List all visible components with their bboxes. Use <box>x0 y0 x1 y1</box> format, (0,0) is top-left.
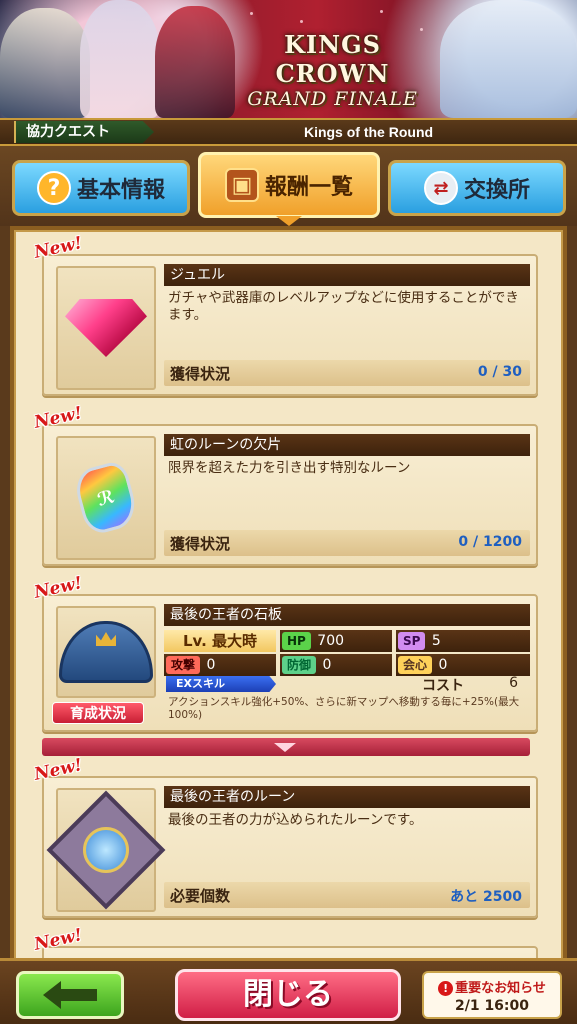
item-name: 最後の王者のルーン <box>164 786 530 808</box>
logo-title: KINGS CROWN <box>275 30 390 88</box>
item-description: 最後の王者の力が込められたルーンです。 <box>168 812 423 828</box>
growth-status-button[interactable]: 育成状況 <box>52 702 144 724</box>
status-label: 獲得状況 <box>170 535 231 553</box>
notice-title: 重要なお知らせ <box>455 981 546 996</box>
logo-subtitle: GRAND FINALE <box>247 88 418 110</box>
important-notice-button[interactable]: ! 重要なお知らせ 2/1 16:00 <box>422 971 562 1019</box>
question-icon: ? <box>36 171 71 205</box>
def-stat: 防御 0 <box>280 654 392 676</box>
back-button[interactable] <box>16 971 124 1019</box>
chevron-down-icon <box>274 743 296 752</box>
arrow-left-icon <box>43 981 61 1009</box>
reward-card: New! 最後の王者のルーン 最後の王者の力が込められたルーンです。 必要個数 … <box>32 755 538 918</box>
crit-label: 会心 <box>398 656 433 674</box>
active-tab-pointer <box>276 216 302 226</box>
status-row: 獲得状況 0 / 1200 <box>164 530 530 556</box>
item-icon-frame <box>46 788 166 912</box>
tab-label: 交換所 <box>463 178 530 203</box>
ex-skill-label: EXスキル <box>166 676 276 692</box>
jewel-icon <box>65 299 147 357</box>
cost-value: 6 <box>509 675 518 691</box>
new-badge: New! <box>32 925 85 955</box>
item-name: 最後の王者の石板 <box>164 604 530 626</box>
tab-label: 報酬一覧 <box>264 175 353 200</box>
character-art <box>155 6 235 118</box>
item-icon-frame <box>56 606 156 698</box>
quest-header: 協力クエスト Kings of the Round <box>0 118 577 146</box>
alert-icon: ! <box>438 981 454 996</box>
tab-bar: ? 基本情報 ▣ 報酬一覧 ⇄ 交換所 <box>0 146 577 226</box>
expand-details-button[interactable] <box>42 738 530 756</box>
def-value: 0 <box>322 657 332 673</box>
stone-tablet-icon <box>59 621 153 683</box>
status-row: 獲得状況 0 / 30 <box>164 360 530 386</box>
quest-type-tag: 協力クエスト <box>14 121 154 143</box>
sp-label: SP <box>398 632 426 650</box>
event-logo: KINGS CROWN GRAND FINALE <box>225 30 440 110</box>
reward-card: New! ジュエル ガチャや武器庫のレベルアップなどに使用することができます。 … <box>32 233 538 396</box>
bottom-bar: 閉じる ! 重要なお知らせ 2/1 16:00 <box>0 958 577 1024</box>
cost-label: コスト <box>422 678 464 694</box>
character-art <box>0 8 90 118</box>
notice-date: 2/1 16:00 <box>454 998 530 1014</box>
quest-title: Kings of the Round <box>303 124 434 140</box>
def-label: 防御 <box>282 656 317 674</box>
item-name: 虹のルーンの欠片 <box>164 434 530 456</box>
atk-value: 0 <box>206 657 216 673</box>
atk-stat: 攻撃 0 <box>164 654 276 676</box>
level-label: Lv. 最大時 <box>164 630 276 652</box>
new-badge: New! <box>32 755 85 785</box>
item-icon-frame <box>56 266 156 390</box>
reward-card: New! ℛ 虹のルーンの欠片 限界を超えた力を引き出す特別なルーン 獲得状況 … <box>32 403 538 566</box>
stat-row: 攻撃 0 防御 0 会心 0 <box>164 654 530 676</box>
status-value: 0 / 30 <box>477 364 522 380</box>
reward-list[interactable]: New! ジュエル ガチャや武器庫のレベルアップなどに使用することができます。 … <box>16 232 561 958</box>
treasure-chest-icon: ▣ <box>224 168 259 202</box>
reward-card-equipment: New! 育成状況 最後の王者の石板 Lv. 最大時 HP 700 SP 5 攻… <box>32 573 538 732</box>
status-label: 必要個数 <box>170 887 231 905</box>
close-button[interactable]: 閉じる <box>175 969 401 1021</box>
new-badge: New! <box>32 403 85 433</box>
crit-stat: 会心 0 <box>396 654 530 676</box>
hp-label: HP <box>282 632 311 650</box>
ex-skill-description: アクションスキル強化+50%、さらに新マップへ移動する毎に+25%(最大100%… <box>168 696 520 721</box>
item-description: ガチャや武器庫のレベルアップなどに使用することができます。 <box>168 290 519 323</box>
tab-basic-info[interactable]: ? 基本情報 <box>12 160 190 216</box>
item-description: 限界を超えた力を引き出す特別なルーン <box>168 460 411 476</box>
tab-exchange[interactable]: ⇄ 交換所 <box>388 160 566 216</box>
event-banner: KINGS CROWN GRAND FINALE <box>0 0 577 118</box>
status-row: 必要個数 あと 2500 <box>164 882 530 908</box>
status-label: 獲得状況 <box>170 365 231 383</box>
hp-stat: HP 700 <box>280 630 392 652</box>
notice-title-row: ! 重要なお知らせ <box>424 977 560 996</box>
character-art <box>440 0 577 118</box>
new-badge: New! <box>32 233 85 263</box>
status-value: あと 2500 <box>450 889 522 905</box>
stat-row: Lv. 最大時 HP 700 SP 5 <box>164 630 530 652</box>
tab-reward-list[interactable]: ▣ 報酬一覧 <box>198 152 380 218</box>
reward-card: New! <box>32 925 538 958</box>
ex-skill-row: EXスキル コスト 6 <box>166 674 528 694</box>
hp-value: 700 <box>317 633 345 649</box>
sp-value: 5 <box>431 633 441 649</box>
atk-label: 攻撃 <box>166 656 201 674</box>
tab-label: 基本情報 <box>76 178 165 203</box>
status-value: 0 / 1200 <box>458 534 522 550</box>
rainbow-rune-shard-icon: ℛ <box>71 459 141 537</box>
new-badge: New! <box>32 573 85 603</box>
character-art <box>80 0 160 118</box>
crit-value: 0 <box>438 657 448 673</box>
sp-stat: SP 5 <box>396 630 530 652</box>
item-icon-frame: ℛ <box>56 436 156 560</box>
item-name: ジュエル <box>164 264 530 286</box>
king-rune-icon <box>46 790 166 910</box>
exchange-icon: ⇄ <box>423 171 458 205</box>
